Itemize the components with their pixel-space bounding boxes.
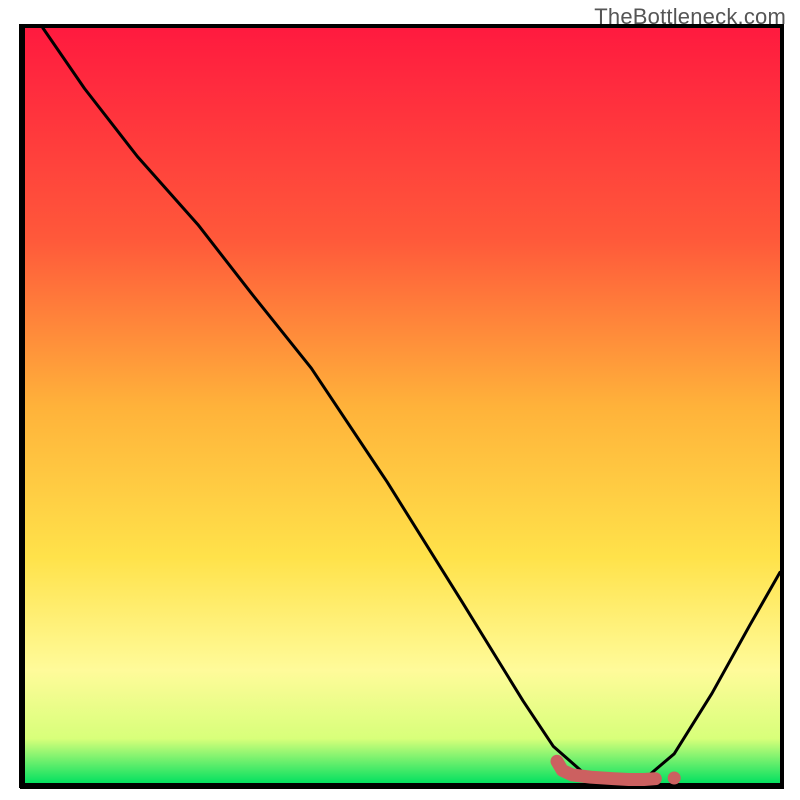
plot-background (24, 28, 780, 784)
watermark-text: TheBottleneck.com (594, 4, 786, 30)
chart-container: TheBottleneck.com (0, 0, 800, 800)
highlight-dot (668, 772, 681, 785)
chart-svg (0, 0, 800, 800)
